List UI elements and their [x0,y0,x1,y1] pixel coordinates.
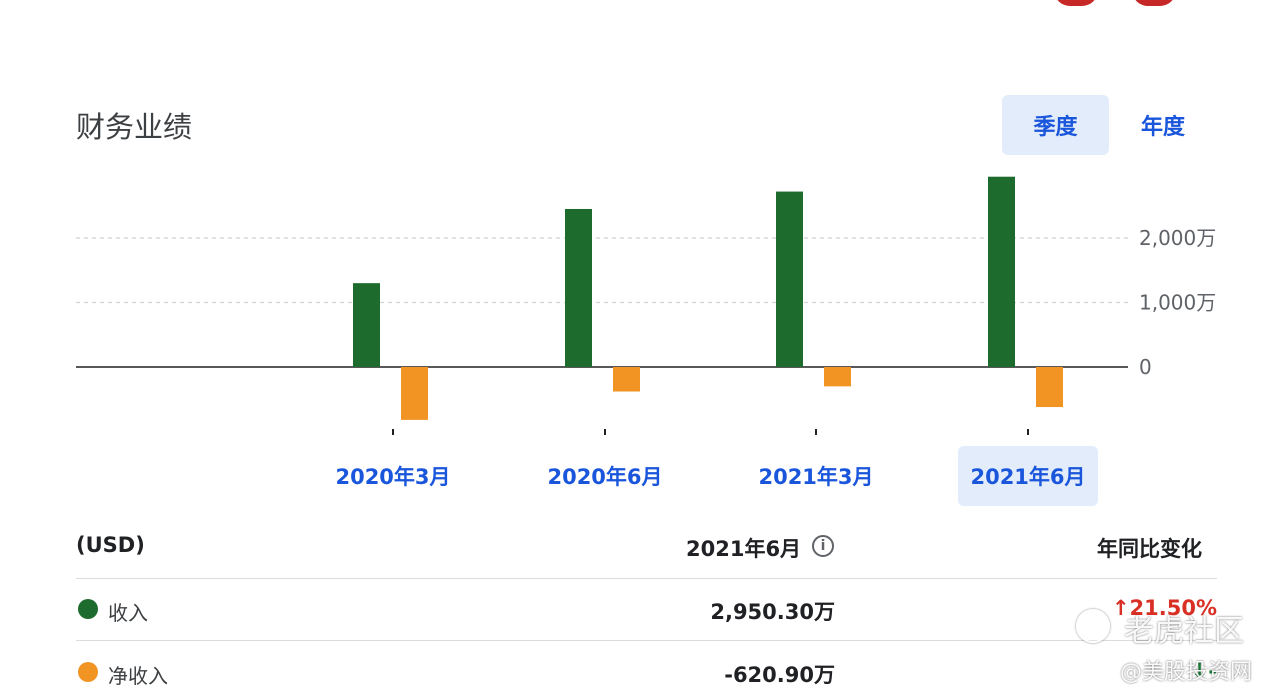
table-divider [76,578,1217,579]
y-tick-label: 2,000万 [1139,226,1216,250]
revenue-row-value: 2,950.30万 [710,600,835,624]
revenue-bar [353,283,380,367]
x-category-label[interactable]: 2020年6月 [535,446,675,506]
net-income-legend-dot [78,662,98,682]
net-income-bar [1036,367,1063,408]
revenue-bar [776,191,803,367]
y-tick-label: 0 [1139,355,1152,379]
table-period-header: 2021年6月 [686,537,802,561]
revenue-legend-dot [78,599,98,619]
financial-performance-page: 财务业绩 季度 年度 0 1,000万 2,000万 2020年3月 2020年6月 2… [0,0,1279,699]
watermark-subtext: @美股投资网 [1120,660,1253,685]
y-tick-label: 1,000万 [1139,291,1216,315]
x-category-label[interactable]: 2020年3月 [323,446,463,506]
revenue-bar [988,176,1015,367]
table-divider [76,640,1217,641]
revenue-row-label: 收入 [108,601,148,625]
x-category-label[interactable]: 2021年6月 [958,446,1098,506]
revenue-bar [565,208,592,367]
watermark-logo-icon [1076,609,1110,643]
table-change-header: 年同比变化 [1097,537,1202,561]
net-income-row-label: 净收入 [108,664,168,688]
table-unit-header: (USD) [76,533,145,557]
x-category-label[interactable]: 2021年3月 [746,446,886,506]
net-income-bar [824,367,851,387]
net-income-bar [401,367,428,420]
info-icon[interactable]: i [812,535,834,557]
watermark-text: 老虎社区 [1124,614,1244,649]
net-income-row-value: -620.90万 [724,663,835,687]
financial-bar-chart: 0 1,000万 2,000万 [76,176,1216,435]
net-income-bar [613,367,640,392]
